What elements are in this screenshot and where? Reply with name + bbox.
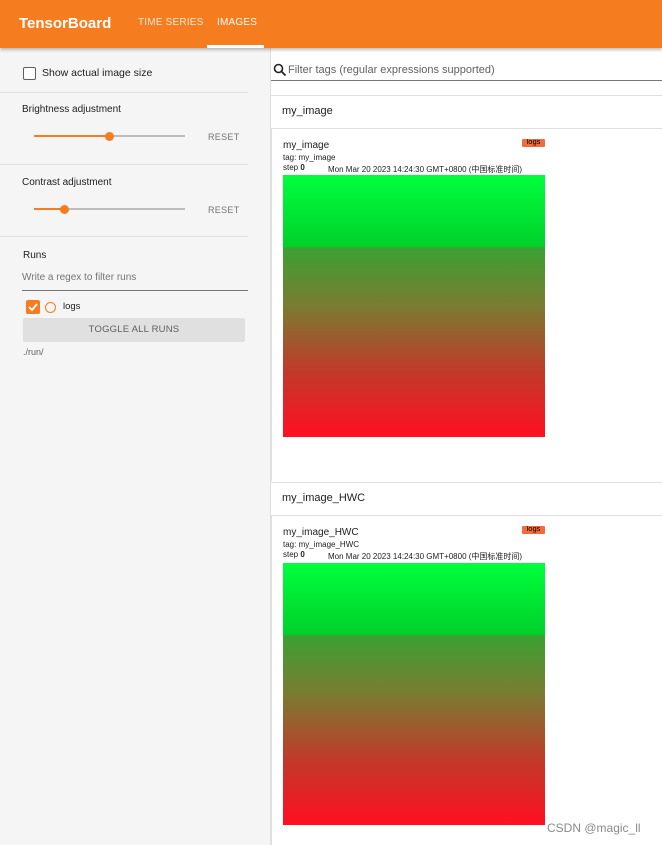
run-badge: logs	[522, 526, 545, 534]
card-title: my_image	[283, 140, 330, 151]
brightness-slider-thumb[interactable]	[105, 132, 114, 141]
brightness-title: Brightness adjustment	[22, 104, 121, 115]
run-color-swatch[interactable]	[45, 302, 56, 313]
card-tag: tag: my_image	[283, 153, 336, 162]
card-step: step 0	[283, 550, 305, 559]
check-icon	[28, 303, 38, 312]
tab-time-series[interactable]: TIME SERIES	[138, 17, 204, 28]
show-actual-size-checkbox[interactable]	[23, 67, 36, 80]
active-tab-indicator	[207, 45, 264, 48]
group-title: my_image	[282, 105, 333, 117]
group-title: my_image_HWC	[282, 492, 366, 504]
card-tag: tag: my_image_HWC	[283, 540, 360, 549]
group-header[interactable]: my_image_HWC	[270, 482, 662, 516]
divider	[0, 164, 248, 165]
runs-filter-input[interactable]: Write a regex to filter runs	[22, 272, 248, 291]
tag-filter-input[interactable]: Filter tags (regular expressions support…	[288, 64, 495, 76]
app-title: TensorBoard	[19, 15, 112, 32]
search-icon	[273, 63, 287, 77]
card-timestamp: Mon Mar 20 2023 14:24:30 GMT+0800 (中国标准时…	[328, 165, 523, 174]
run-badge: logs	[522, 139, 545, 147]
tab-images[interactable]: IMAGES	[217, 17, 257, 28]
image-panel[interactable]	[283, 563, 545, 825]
image-panel[interactable]	[283, 175, 545, 437]
card-step: step 0	[283, 163, 305, 172]
card-title: my_image_HWC	[283, 527, 359, 538]
tag-filter-underline	[271, 80, 662, 81]
run-checkbox-logs[interactable]	[26, 300, 40, 314]
runs-title: Runs	[23, 250, 47, 261]
run-path: ./run/	[23, 347, 44, 357]
group-header[interactable]: my_image	[270, 95, 662, 129]
watermark: CSDN @magic_ll	[547, 821, 641, 835]
group-body: my_image logs tag: my_image step 0 Mon M…	[271, 129, 662, 481]
toggle-all-runs-button[interactable]: TOGGLE ALL RUNS	[23, 318, 245, 342]
top-app-bar: TensorBoard TIME SERIES IMAGES	[0, 0, 662, 48]
contrast-reset-button[interactable]: RESET	[208, 205, 240, 215]
contrast-slider-thumb[interactable]	[60, 205, 69, 214]
run-label-logs: logs	[63, 301, 81, 312]
show-actual-size-label: Show actual image size	[42, 67, 153, 79]
sidebar: Show actual image size Brightness adjust…	[0, 48, 271, 845]
group-body: my_image_HWC logs tag: my_image_HWC step…	[271, 516, 662, 845]
divider	[0, 92, 248, 93]
card-timestamp: Mon Mar 20 2023 14:24:30 GMT+0800 (中国标准时…	[328, 552, 523, 561]
contrast-title: Contrast adjustment	[22, 177, 112, 188]
divider	[0, 236, 248, 237]
brightness-slider-fill	[34, 135, 109, 137]
brightness-reset-button[interactable]: RESET	[208, 132, 240, 142]
